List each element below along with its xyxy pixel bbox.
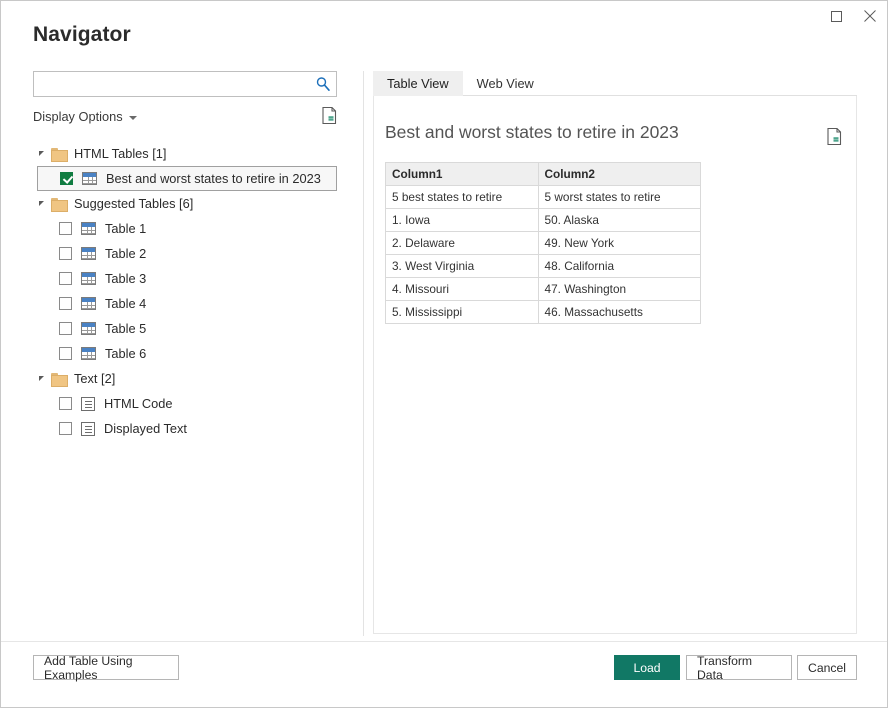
load-button[interactable]: Load: [614, 655, 680, 680]
tree-item-label: Displayed Text: [104, 421, 187, 436]
table-grid-icon: [82, 172, 97, 185]
tab-table-view[interactable]: Table View: [373, 71, 463, 96]
tree-item-label: HTML Code: [104, 396, 173, 411]
preview-table: Column1 Column2 5 best states to retire …: [385, 162, 701, 324]
item-checkbox[interactable]: [59, 222, 72, 235]
table-cell: 4. Missouri: [386, 278, 539, 301]
tree-group-label: Text [2]: [74, 371, 115, 386]
table-cell: 2. Delaware: [386, 232, 539, 255]
table-cell: 49. New York: [538, 232, 700, 255]
text-document-icon: [81, 422, 95, 436]
table-grid-icon: [81, 347, 96, 360]
add-table-using-examples-button[interactable]: Add Table Using Examples: [33, 655, 179, 680]
expand-triangle-icon[interactable]: [39, 151, 44, 156]
table-grid-icon: [81, 297, 96, 310]
table-row: 5. Mississippi 46. Massachusetts: [386, 301, 701, 324]
tab-web-view[interactable]: Web View: [463, 71, 548, 96]
search-box[interactable]: [33, 71, 337, 97]
tree-item-label: Table 6: [105, 346, 146, 361]
table-cell: 5 best states to retire: [386, 186, 539, 209]
table-row: 2. Delaware 49. New York: [386, 232, 701, 255]
table-cell: 5 worst states to retire: [538, 186, 700, 209]
table-grid-icon: [81, 247, 96, 260]
navigator-dialog: Navigator Display Options: [0, 0, 888, 708]
folder-icon: [51, 148, 66, 160]
tree-item-table-4[interactable]: Table 4: [33, 291, 337, 316]
tree-item-displayed-text[interactable]: Displayed Text: [33, 416, 337, 441]
table-grid-icon: [81, 272, 96, 285]
preview-title: Best and worst states to retire in 2023: [385, 122, 679, 143]
table-cell: 50. Alaska: [538, 209, 700, 232]
item-checkbox[interactable]: [59, 322, 72, 335]
tree-group-label: HTML Tables [1]: [74, 146, 166, 161]
page-title: Navigator: [33, 23, 131, 47]
table-cell: 46. Massachusetts: [538, 301, 700, 324]
table-grid-icon: [81, 222, 96, 235]
search-icon[interactable]: [315, 76, 331, 92]
item-checkbox[interactable]: [60, 172, 73, 185]
tree-item-label: Table 3: [105, 271, 146, 286]
source-tree: HTML Tables [1] Best and worst states to…: [33, 141, 337, 441]
table-cell: 5. Mississippi: [386, 301, 539, 324]
tree-item-label: Table 4: [105, 296, 146, 311]
tree-group-label: Suggested Tables [6]: [74, 196, 193, 211]
item-checkbox[interactable]: [59, 247, 72, 260]
tree-item-label: Table 5: [105, 321, 146, 336]
folder-icon: [51, 373, 66, 385]
tree-item-label: Best and worst states to retire in 2023: [106, 171, 321, 186]
tree-item-html-code[interactable]: HTML Code: [33, 391, 337, 416]
preview-panel: Best and worst states to retire in 2023 …: [373, 96, 857, 634]
table-grid-icon: [81, 322, 96, 335]
table-row: 3. West Virginia 48. California: [386, 255, 701, 278]
table-cell: 47. Washington: [538, 278, 700, 301]
table-cell: 3. West Virginia: [386, 255, 539, 278]
close-icon[interactable]: [853, 1, 887, 31]
expand-triangle-icon[interactable]: [39, 376, 44, 381]
transform-data-button[interactable]: Transform Data: [686, 655, 792, 680]
chevron-down-icon[interactable]: [129, 116, 137, 120]
preview-tabs: Table View Web View: [373, 71, 857, 96]
item-checkbox[interactable]: [59, 297, 72, 310]
item-checkbox[interactable]: [59, 397, 72, 410]
refresh-document-icon[interactable]: [321, 106, 339, 126]
tree-group-suggested-tables[interactable]: Suggested Tables [6]: [33, 191, 337, 216]
table-header-row: Column1 Column2: [386, 163, 701, 186]
tree-item-table-1[interactable]: Table 1: [33, 216, 337, 241]
pane-divider: [363, 71, 364, 636]
table-row: 1. Iowa 50. Alaska: [386, 209, 701, 232]
display-options-label: Display Options: [33, 109, 123, 124]
maximize-icon[interactable]: [819, 1, 853, 31]
search-input[interactable]: [34, 72, 309, 96]
tree-item-table-2[interactable]: Table 2: [33, 241, 337, 266]
tree-group-html-tables[interactable]: HTML Tables [1]: [33, 141, 337, 166]
tree-item-label: Table 2: [105, 246, 146, 261]
table-row: 4. Missouri 47. Washington: [386, 278, 701, 301]
display-options-row: Display Options: [33, 109, 337, 129]
item-checkbox[interactable]: [59, 272, 72, 285]
title-bar: [1, 1, 887, 31]
window-controls: [819, 1, 887, 31]
column-header[interactable]: Column1: [386, 163, 539, 186]
table-cell: 1. Iowa: [386, 209, 539, 232]
text-document-icon: [81, 397, 95, 411]
table-row: 5 best states to retire 5 worst states t…: [386, 186, 701, 209]
navigator-left-pane: Display Options HTML Tables [1]: [33, 71, 337, 636]
table-cell: 48. California: [538, 255, 700, 278]
tree-item-label: Table 1: [105, 221, 146, 236]
expand-triangle-icon[interactable]: [39, 201, 44, 206]
item-checkbox[interactable]: [59, 422, 72, 435]
tree-group-text[interactable]: Text [2]: [33, 366, 337, 391]
cancel-button[interactable]: Cancel: [797, 655, 857, 680]
navigator-right-pane: Table View Web View Best and worst state…: [373, 71, 857, 634]
dialog-footer: Add Table Using Examples Load Transform …: [1, 641, 887, 707]
folder-icon: [51, 198, 66, 210]
tree-item-table-3[interactable]: Table 3: [33, 266, 337, 291]
item-checkbox[interactable]: [59, 347, 72, 360]
refresh-document-icon[interactable]: [826, 127, 844, 147]
tree-item-table-6[interactable]: Table 6: [33, 341, 337, 366]
display-options-button[interactable]: Display Options: [33, 109, 137, 124]
tree-item-best-and-worst-states[interactable]: Best and worst states to retire in 2023: [37, 166, 337, 191]
tree-item-table-5[interactable]: Table 5: [33, 316, 337, 341]
column-header[interactable]: Column2: [538, 163, 700, 186]
